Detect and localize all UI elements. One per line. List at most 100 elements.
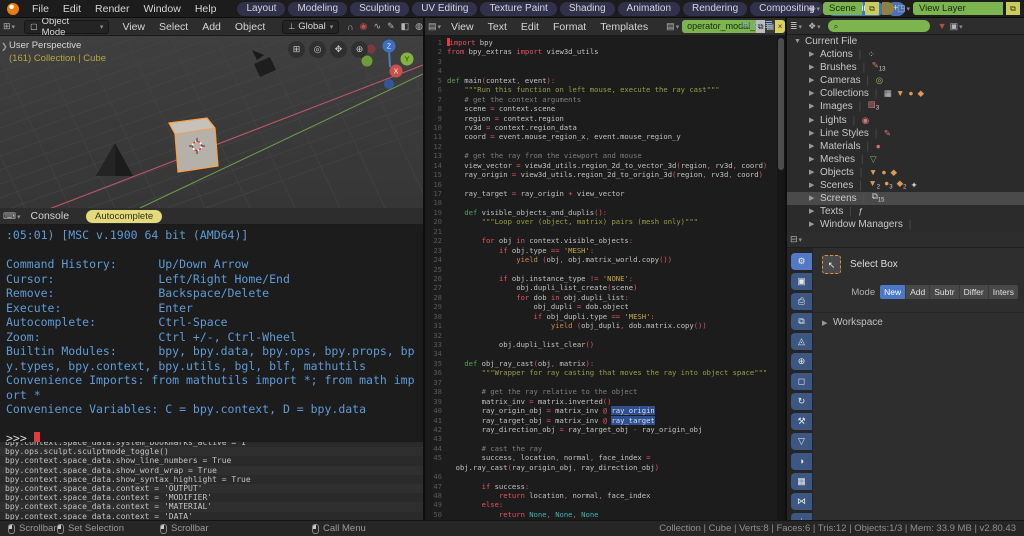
properties-tab-physics[interactable]: ↻	[791, 393, 812, 410]
mode-segment-subtr[interactable]: Subtr	[930, 285, 959, 299]
menu-object[interactable]: Object	[228, 21, 272, 33]
info-line[interactable]: bpy.context.space_data.show_line_numbers…	[0, 456, 423, 465]
cube-object[interactable]	[169, 118, 218, 172]
code-line[interactable]: 16	[425, 180, 777, 189]
outliner-item-texts[interactable]: ▶Texts│ƒ	[787, 205, 1024, 218]
info-line[interactable]: bpy.ops.sculpt.sculptmode_toggle()	[0, 447, 423, 456]
properties-tab-render[interactable]: ▣	[791, 273, 812, 290]
scene-copy-button[interactable]: ⧉	[865, 2, 879, 15]
outliner-item-materials[interactable]: ▶Materials│●	[787, 140, 1024, 153]
outliner-item-window-managers[interactable]: ▶Window Managers│	[787, 218, 1024, 231]
snap-magnet-icon[interactable]: ∩	[347, 22, 353, 32]
workspace-tab-sculpting[interactable]: Sculpting	[350, 2, 409, 16]
properties-tab-object-data[interactable]: ▽	[791, 433, 812, 450]
code-line[interactable]: 4	[425, 66, 777, 75]
code-area[interactable]: 1import bpy2from bpy_extras import view3…	[425, 36, 777, 520]
menu-text[interactable]: Text	[481, 21, 514, 33]
code-line[interactable]: 13 # get the ray from the viewport and m…	[425, 151, 777, 160]
code-line[interactable]: 9 region = context.region	[425, 114, 777, 123]
blender-logo-icon[interactable]	[7, 3, 19, 15]
autocomplete-button[interactable]: Autocomplete	[86, 210, 162, 223]
properties-tab-constraints[interactable]: ⋈	[791, 493, 812, 510]
code-line[interactable]: 33 obj.dupli_list_clear()	[425, 340, 777, 349]
code-line[interactable]: 47 if success:	[425, 482, 777, 491]
outliner-item-lights[interactable]: ▶Lights│◉	[787, 114, 1024, 127]
outliner-item-scenes[interactable]: ▶Scenes│▼2●3◆2✦	[787, 179, 1024, 192]
scene-name-field[interactable]: Scene	[823, 2, 862, 15]
workspace-tab-rendering[interactable]: Rendering	[683, 2, 747, 16]
word-wrap-icon[interactable]: ↩	[753, 20, 761, 31]
menu-select[interactable]: Select	[152, 21, 195, 33]
scene-dropdown-icon[interactable]: ◈▾	[809, 3, 820, 14]
code-line[interactable]: 3	[425, 57, 777, 66]
code-line[interactable]: 27 obj.dupli_list_create(scene)	[425, 283, 777, 292]
code-line[interactable]: 50 return None, None, None	[425, 510, 777, 519]
cone-object[interactable]	[96, 143, 133, 176]
orientation-dropdown[interactable]: ⊥ Global ▾	[282, 20, 339, 34]
workspace-tab-animation[interactable]: Animation	[618, 2, 680, 16]
code-line[interactable]: 28 for dob in obj.dupli_list:	[425, 293, 777, 302]
properties-tab-world[interactable]: ⊕	[791, 353, 812, 370]
workspace-tab-texture-paint[interactable]: Texture Paint	[480, 2, 556, 16]
properties-tab-modifiers[interactable]: ⚒	[791, 413, 812, 430]
mode-dropdown[interactable]: ▢ Object Mode ▾	[24, 20, 109, 34]
editor-scrollbar[interactable]	[777, 36, 785, 520]
code-line[interactable]: 5def main(context, event):	[425, 76, 777, 85]
camera-icon[interactable]: ◎	[309, 41, 326, 58]
code-line[interactable]: 1import bpy	[425, 38, 777, 47]
display-mode-icon[interactable]: ❖▾	[805, 21, 824, 32]
outliner-item-collections[interactable]: ▶Collections│▦▼●◆	[787, 87, 1024, 100]
proportional-editing-icon[interactable]: ◉	[360, 21, 368, 32]
code-line[interactable]: 41 ray_target_obj = matrix_inv @ ray_tar…	[425, 416, 777, 425]
pan-hand-icon[interactable]: ✥	[330, 41, 347, 58]
mode-segment-add[interactable]: Add	[906, 285, 930, 299]
info-log[interactable]: bpy.context.space_data.system_bookmarks_…	[0, 442, 423, 520]
editor-type-properties-icon[interactable]: ⊟▾	[787, 234, 805, 245]
code-line[interactable]: 29 obj_dupli = dob.object	[425, 302, 777, 311]
overlays-icon[interactable]: ◧	[401, 21, 410, 32]
editor-scrollbar-thumb[interactable]	[778, 38, 784, 170]
camera-object[interactable]	[252, 50, 276, 77]
menu-format[interactable]: Format	[546, 21, 593, 33]
code-line[interactable]: obj.ray_cast(ray_origin_obj, ray_directi…	[425, 463, 777, 472]
properties-tab-scene[interactable]: ◬	[791, 333, 812, 350]
code-line[interactable]: 21	[425, 227, 777, 236]
code-line[interactable]: 8 scene = context.scene	[425, 104, 777, 113]
code-line[interactable]: 15 ray_origin = view3d_utils.region_2d_t…	[425, 170, 777, 179]
menu-file[interactable]: File	[25, 3, 56, 15]
properties-tab-material[interactable]: ◑	[791, 453, 812, 470]
mode-segment-new[interactable]: New	[880, 285, 906, 299]
shading-icon[interactable]: ◍	[415, 21, 423, 32]
code-line[interactable]: 42 ray_direction_obj = ray_target_obj - …	[425, 425, 777, 434]
menu-templates[interactable]: Templates	[593, 21, 655, 33]
code-line[interactable]: 23 if obj.type == 'MESH':	[425, 246, 777, 255]
properties-tab-view-layer[interactable]: ⧉	[791, 313, 812, 330]
code-line[interactable]: 30 if obj_dupli.type == 'MESH':	[425, 312, 777, 321]
editor-type-3d-icon[interactable]: ⊞▾	[0, 21, 18, 32]
editor-type-text-icon[interactable]: ▤▾	[425, 21, 444, 32]
toolbar-expand-arrow[interactable]: ❯	[1, 42, 8, 51]
filter-funnel-icon[interactable]: ▼	[938, 21, 947, 31]
menu-window[interactable]: Window	[136, 3, 187, 15]
editor-type-console-icon[interactable]: ⌨▾	[0, 211, 24, 222]
outliner-item-images[interactable]: ▶Images│▨3	[787, 100, 1024, 113]
new-collection-icon[interactable]: ▣▾	[947, 21, 966, 32]
code-line[interactable]: 18	[425, 198, 777, 207]
workspace-panel-header[interactable]: ▶ Workspace	[813, 312, 1024, 328]
code-line[interactable]: 20 """Loop over (object, matrix) pairs (…	[425, 217, 777, 226]
code-line[interactable]: 7 # get the context arguments	[425, 95, 777, 104]
properties-tab-object[interactable]: ◻	[791, 373, 812, 390]
code-line[interactable]: 35 def obj_ray_cast(obj, matrix):	[425, 359, 777, 368]
code-line[interactable]: 10 rv3d = context.region_data	[425, 123, 777, 132]
code-line[interactable]: 39 matrix_inv = matrix.inverted()	[425, 397, 777, 406]
workspace-tab-modeling[interactable]: Modeling	[288, 2, 347, 16]
info-line[interactable]: bpy.context.space_data.context = 'OUTPUT…	[0, 484, 423, 493]
annotate-pen-icon[interactable]: ✎	[387, 21, 395, 32]
select-box-tool-icon[interactable]: ↖	[822, 255, 841, 274]
outliner-item-actions[interactable]: ▶Actions│⁘	[787, 48, 1024, 61]
info-line[interactable]: bpy.context.space_data.context = 'DATA'	[0, 512, 423, 521]
console-menu[interactable]: Console	[24, 210, 77, 222]
code-line[interactable]: 2from bpy_extras import view3d_utils	[425, 47, 777, 56]
outliner-item-meshes[interactable]: ▶Meshes│▽	[787, 153, 1024, 166]
workspace-tab-layout[interactable]: Layout	[237, 2, 285, 16]
